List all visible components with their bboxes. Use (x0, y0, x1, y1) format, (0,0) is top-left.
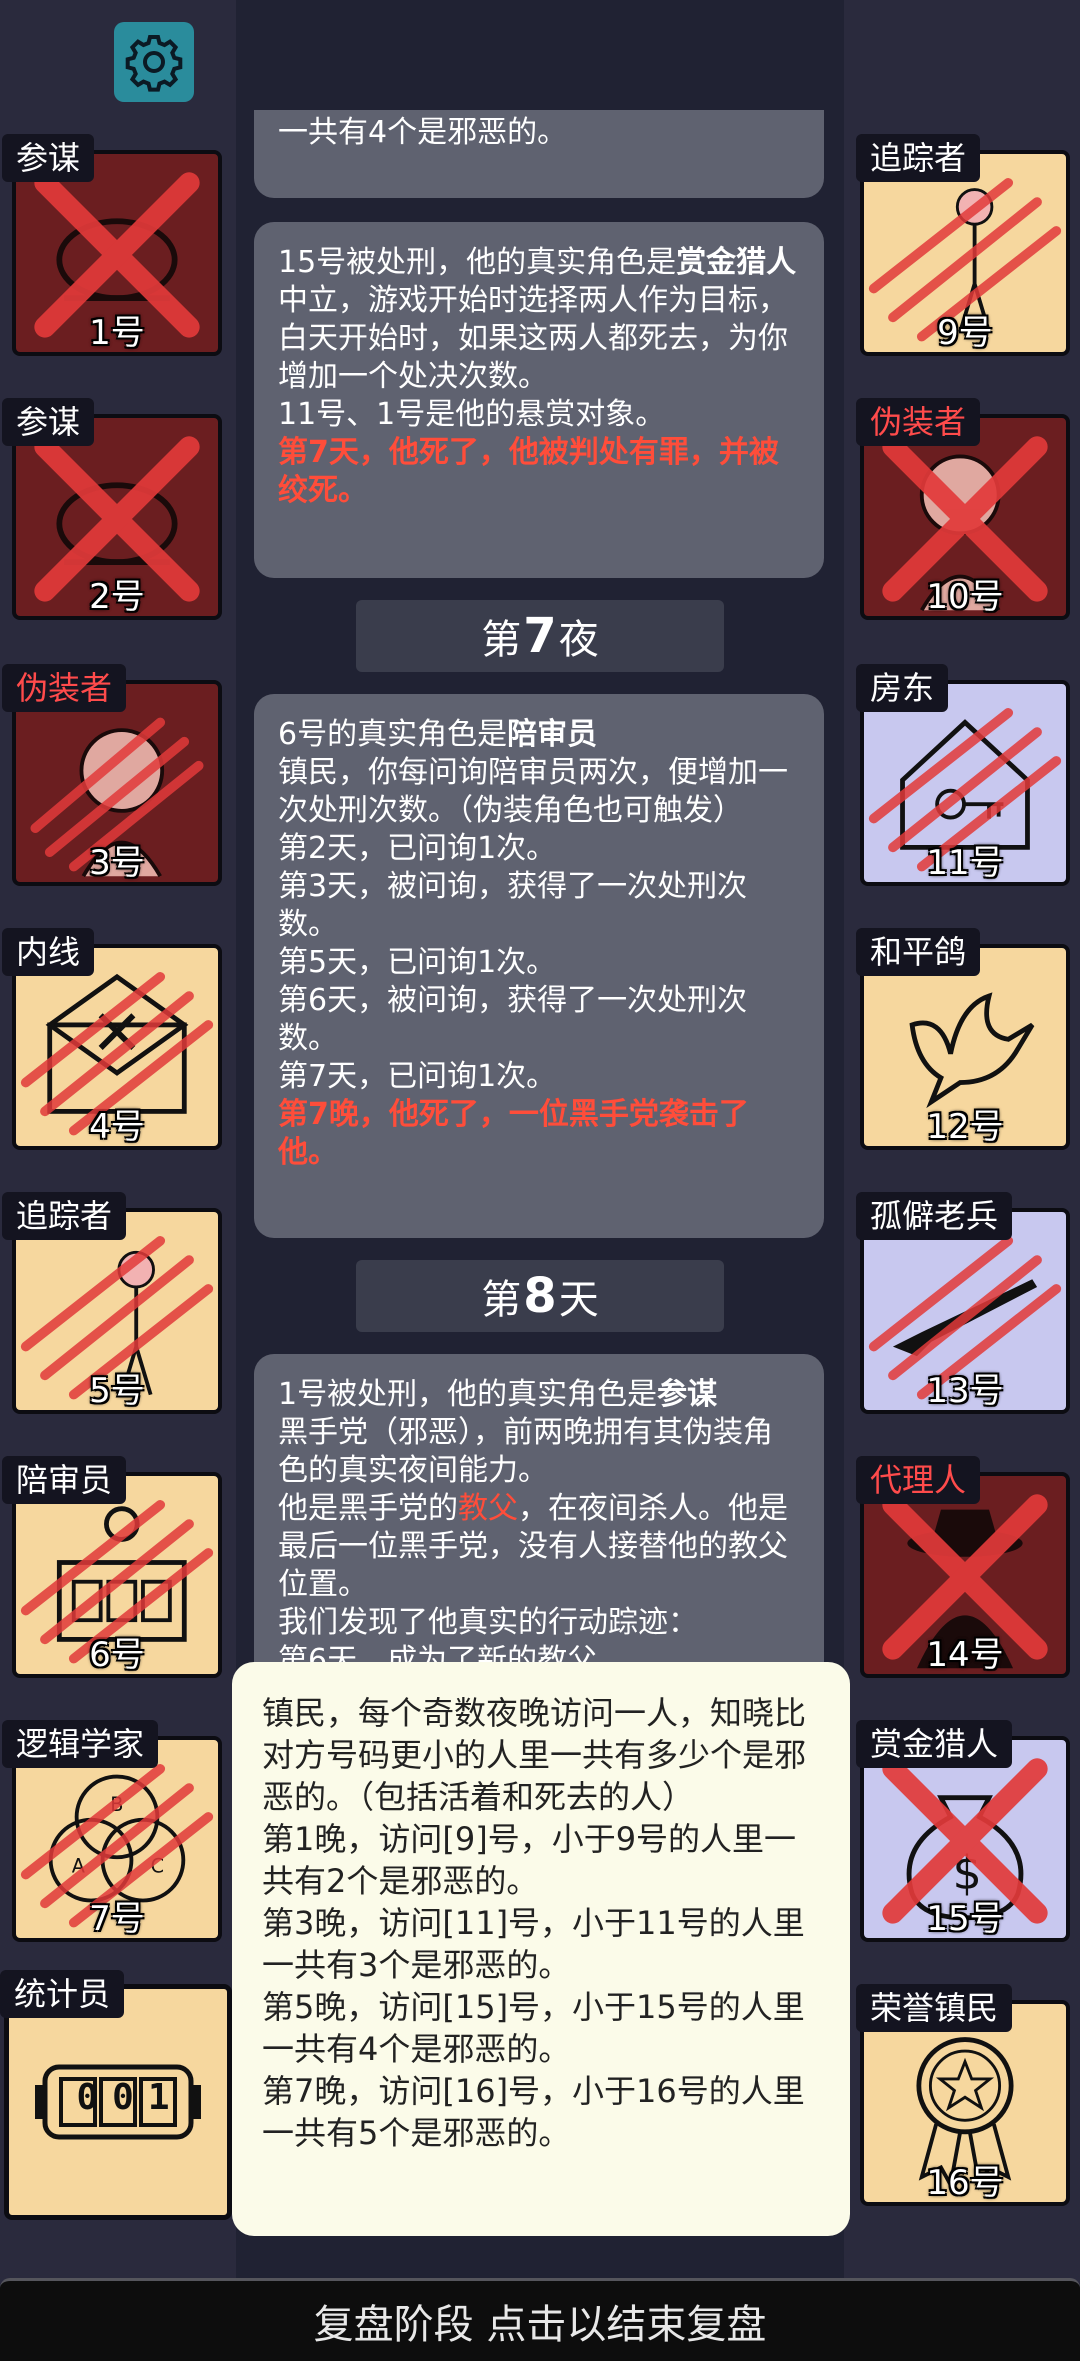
death-text: 第7晚，他死了，一位黑手党袭击了他。 (278, 1097, 749, 1170)
log-text: 15号被处刑，他的真实角色是 (278, 245, 677, 280)
tooltip-line: 第7晚，访问[16]号，小于16号的人里一共有5个是邪恶的。 (262, 2072, 805, 2152)
log-text: 黑手党（邪恶），前两晚拥有其伪装角色的真实夜间能力。 (278, 1415, 773, 1488)
player-number: 1号 (89, 313, 145, 353)
role-name: 陪审员 (507, 717, 598, 752)
log-entry: 15号被处刑，他的真实角色是赏金猎人 中立，游戏开始时选择两人作为目标，白天开始… (254, 222, 824, 578)
log-text: 我们发现了他真实的行动踪迹： (278, 1605, 698, 1640)
player-number: 13号 (926, 1371, 1004, 1411)
role-name: 参谋 (657, 1377, 718, 1412)
tooltip-line: 第3晚，访问[11]号，小于11号的人里一共有3个是邪恶的。 (262, 1904, 805, 1984)
role-tag: 追踪者 (856, 134, 981, 182)
player-number: 16号 (926, 2163, 1004, 2203)
player-number: 12号 (926, 1107, 1004, 1147)
godfather-word: 教父 (458, 1491, 518, 1526)
label-suffix: 夜 (558, 617, 599, 663)
log-text: 他是黑手党的 (278, 1491, 458, 1526)
player-number: 5号 (89, 1371, 145, 1411)
role-name: 赏金猎人 (676, 245, 797, 280)
role-tag: 伪装者 (856, 398, 981, 446)
log-text: 中立，游戏开始时选择两人作为目标，白天开始时，如果这两人都死去，为你增加一个处决… (278, 283, 788, 394)
log-entry: 6号的真实角色是陪审员 镇民，你每问询陪审员两次，便增加一次处刑次数。（伪装角色… (254, 694, 824, 1238)
log-entry-partial: 一共有4个是邪恶的。 (254, 110, 824, 198)
day-label: 第8天 (356, 1260, 724, 1332)
log-entry: 1号被处刑，他的真实角色是参谋 黑手党（邪恶），前两晚拥有其伪装角色的真实夜间能… (254, 1354, 824, 1714)
role-tag: 赏金猎人 (856, 1720, 1013, 1768)
log-text: 第7天，已问询1次。 (278, 1059, 557, 1094)
player-number: 2号 (89, 577, 145, 617)
player-number: 14号 (926, 1635, 1004, 1675)
label-number: 8 (523, 1268, 557, 1324)
player-number: 3号 (89, 843, 145, 883)
gear-icon (125, 35, 183, 92)
player-number: 4号 (89, 1107, 145, 1147)
role-tag: 参谋 (2, 398, 95, 446)
player-card-8[interactable]: 001 8号 (4, 1984, 232, 2220)
player-number: 6号 (89, 1635, 145, 1675)
player-number: 7号 (89, 1899, 145, 1939)
player-number: 9号 (937, 313, 993, 353)
log-text: 第5天，已问询1次。 (278, 945, 557, 980)
end-review-label: 复盘阶段 点击以结束复盘 (313, 2302, 767, 2348)
role-tooltip: 镇民，每个奇数夜晚访问一人，知晓比对方号码更小的人里一共有多少个是邪恶的。（包括… (232, 1662, 850, 2236)
role-tag: 和平鸽 (856, 928, 981, 976)
label-prefix: 第 (481, 1277, 522, 1323)
log-text: 11号、1号是他的悬赏对象。 (278, 397, 666, 432)
night-label: 第7夜 (356, 600, 724, 672)
role-tag: 荣誉镇民 (856, 1984, 1013, 2032)
tooltip-line: 第1晚，访问[9]号，小于9号的人里一共有2个是邪恶的。 (262, 1820, 797, 1900)
role-tag: 陪审员 (2, 1456, 127, 1504)
settings-button[interactable] (114, 22, 194, 102)
log-text: 第6天，被问询，获得了一次处刑次数。 (278, 983, 748, 1056)
label-number: 7 (523, 608, 557, 664)
label-prefix: 第 (481, 617, 522, 663)
player-number: 11号 (926, 843, 1004, 883)
log-text: 1号被处刑，他的真实角色是 (278, 1377, 658, 1412)
role-tag: 逻辑学家 (2, 1720, 159, 1768)
log-text: 6号的真实角色是 (278, 717, 508, 752)
role-tag: 孤僻老兵 (856, 1192, 1013, 1240)
player-number: 10号 (926, 577, 1004, 617)
death-text: 第7天，他死了，他被判处有罪，并被绞死。 (278, 435, 779, 508)
role-tag: 代理人 (856, 1456, 981, 1504)
log-text: 第3天，被问询，获得了一次处刑次数。 (278, 869, 748, 942)
role-tag: 房东 (856, 664, 949, 712)
role-tag: 伪装者 (2, 664, 127, 712)
role-tag: 内线 (2, 928, 95, 976)
tooltip-line: 第5晚，访问[15]号，小于15号的人里一共有4个是邪恶的。 (262, 1988, 805, 2068)
end-review-button[interactable]: 复盘阶段 点击以结束复盘 (0, 2278, 1080, 2361)
counter-digits: 001 (76, 2077, 184, 2118)
role-tag: 追踪者 (2, 1192, 127, 1240)
role-tag: 统计员 (0, 1970, 125, 2018)
role-tag: 参谋 (2, 134, 95, 182)
tooltip-desc: 镇民，每个奇数夜晚访问一人，知晓比对方号码更小的人里一共有多少个是邪恶的。（包括… (262, 1694, 807, 1816)
player-number: 15号 (926, 1899, 1004, 1939)
log-text: 一共有4个是邪恶的。 (278, 115, 568, 150)
log-text: 镇民，你每问询陪审员两次，便增加一次处刑次数。（伪装角色也可触发） (278, 755, 788, 828)
log-text: 第2天，已问询1次。 (278, 831, 557, 866)
label-suffix: 天 (558, 1277, 599, 1323)
